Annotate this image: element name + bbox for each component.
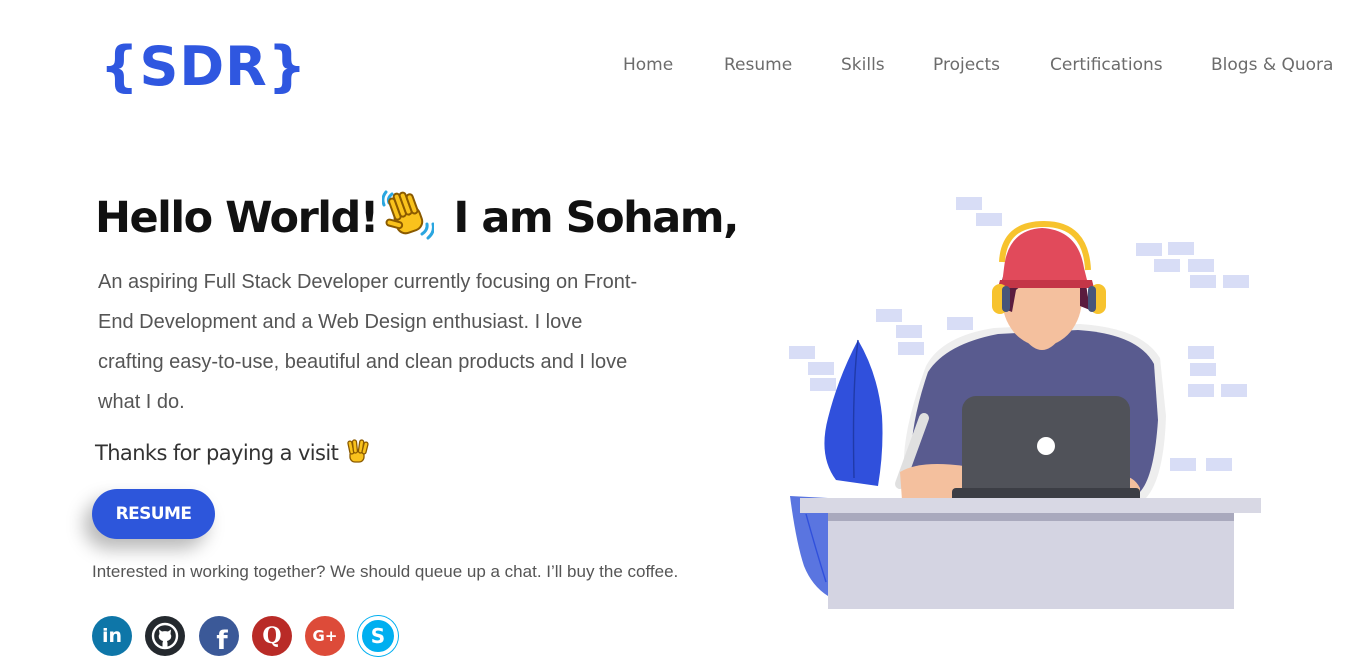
top-nav: Home Resume Skills Projects Certificatio… (0, 55, 1348, 75)
nav-skills[interactable]: Skills (841, 55, 885, 75)
linkedin-icon[interactable]: in (92, 616, 132, 656)
github-octocat-glyph (151, 622, 179, 650)
hero-title-greeting: Hello World! (95, 193, 379, 243)
skype-glyph: S (370, 624, 386, 648)
thanks-line: Thanks for paying a visit (95, 438, 370, 469)
nav-resume[interactable]: Resume (724, 55, 792, 75)
linkedin-glyph: in (101, 625, 123, 647)
quora-icon[interactable]: Q (252, 616, 292, 656)
quora-glyph: Q (262, 623, 282, 649)
waving-hand-icon (381, 188, 435, 254)
github-icon[interactable] (145, 616, 185, 656)
nav-projects[interactable]: Projects (933, 55, 1000, 75)
hero-title-name: I am Soham, (453, 193, 739, 243)
google-plus-glyph: G+ (312, 627, 338, 645)
google-plus-icon[interactable]: G+ (305, 616, 345, 656)
nav-blogs-quora[interactable]: Blogs & Quora (1211, 55, 1333, 75)
hero-title: Hello World! I am Soham, (95, 188, 739, 254)
developer-illustration (789, 197, 1261, 609)
thanks-text: Thanks for paying a visit (95, 441, 339, 465)
facebook-glyph: f (216, 626, 228, 656)
collab-text: Interested in working together? We shoul… (92, 562, 679, 581)
resume-button[interactable]: RESUME (92, 489, 215, 539)
skype-icon[interactable]: S (358, 616, 398, 656)
vulcan-salute-icon (344, 438, 370, 469)
nav-certifications[interactable]: Certifications (1050, 55, 1163, 75)
intro-paragraph: An aspiring Full Stack Developer current… (98, 271, 638, 413)
facebook-icon[interactable]: f (199, 616, 239, 656)
nav-home[interactable]: Home (623, 55, 673, 75)
